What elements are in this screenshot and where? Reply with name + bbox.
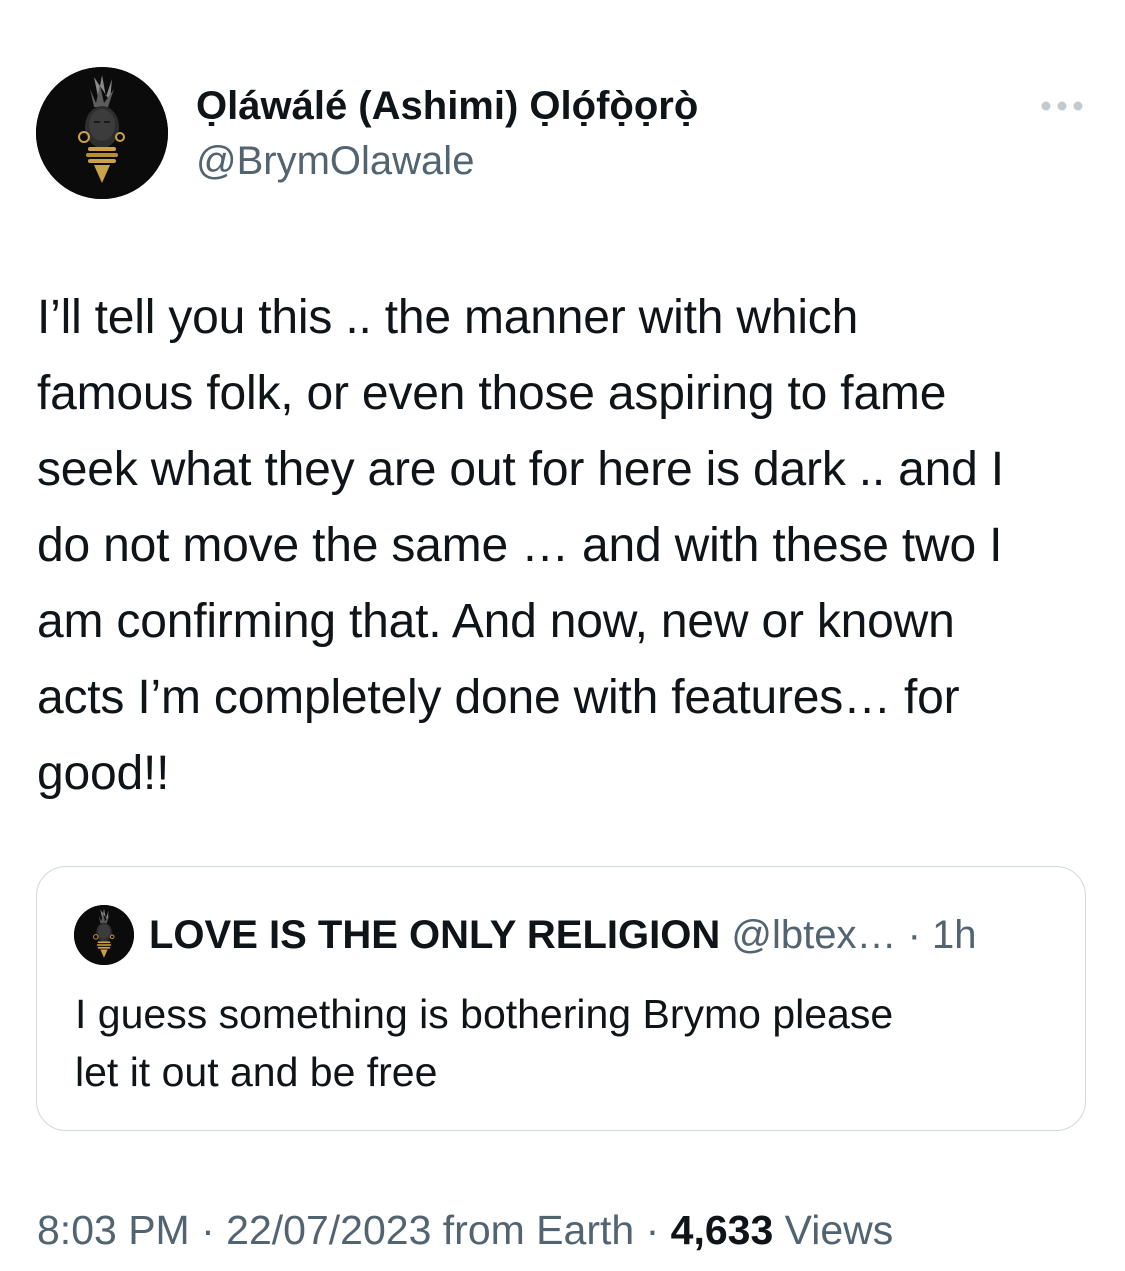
tweet-text-line: famous folk, or even those aspiring to f… xyxy=(37,367,947,420)
quoted-tweet-text: I guess something is bothering Brymo ple… xyxy=(75,985,1055,1101)
tweet-text: I’ll tell you this .. the manner with wh… xyxy=(37,280,1097,812)
tweet-text-line: I’ll tell you this .. the manner with wh… xyxy=(37,291,859,344)
author-avatar[interactable] xyxy=(36,67,168,199)
quoted-text-line: let it out and be free xyxy=(75,1049,438,1095)
quoted-author-avatar[interactable] xyxy=(74,905,134,965)
views-label[interactable]: Views xyxy=(785,1207,894,1253)
tweet-metadata: 8:03 PM · 22/07/2023 from Earth · 4,633 … xyxy=(37,1204,893,1256)
tribal-portrait-avatar-icon xyxy=(74,905,134,965)
views-count[interactable]: 4,633 xyxy=(671,1207,774,1253)
quoted-tweet-card[interactable]: LOVE IS THE ONLY RELIGION @lbtex… · 1h I… xyxy=(36,866,1086,1131)
quoted-separator: · xyxy=(907,913,921,957)
tweet: Ọláwálé (Ashimi) Ọlọ́fọ̀ọrọ̀ @BrymOlawal… xyxy=(0,0,1125,1271)
quoted-author-handle[interactable]: @lbtex… xyxy=(731,913,896,957)
meta-separator: · xyxy=(201,1207,215,1253)
tweet-text-line: am confirming that. And now, new or know… xyxy=(37,595,955,648)
tweet-text-line: do not move the same … and with these tw… xyxy=(37,519,1003,572)
quoted-timestamp[interactable]: 1h xyxy=(932,913,977,957)
tribal-portrait-avatar-icon xyxy=(36,67,168,199)
quoted-tweet-header: LOVE IS THE ONLY RELIGION @lbtex… · 1h xyxy=(149,911,977,959)
tweet-date[interactable]: 22/07/2023 xyxy=(226,1207,431,1253)
meta-separator: · xyxy=(645,1207,660,1253)
quoted-author-display-name[interactable]: LOVE IS THE ONLY RELIGION xyxy=(149,913,720,957)
tweet-text-line: seek what they are out for here is dark … xyxy=(37,443,1004,496)
tweet-text-line: acts I’m completely done with features… … xyxy=(37,671,960,724)
quoted-text-line: I guess something is bothering Brymo ple… xyxy=(75,991,894,1037)
more-horizontal-icon[interactable] xyxy=(1038,96,1086,116)
author-display-name[interactable]: Ọláwálé (Ashimi) Ọlọ́fọ̀ọrọ̀ xyxy=(196,82,698,130)
tweet-source: from Earth xyxy=(442,1207,635,1253)
tweet-text-line: good!! xyxy=(37,747,170,800)
author-handle[interactable]: @BrymOlawale xyxy=(196,137,474,185)
tweet-time[interactable]: 8:03 PM xyxy=(37,1207,190,1253)
